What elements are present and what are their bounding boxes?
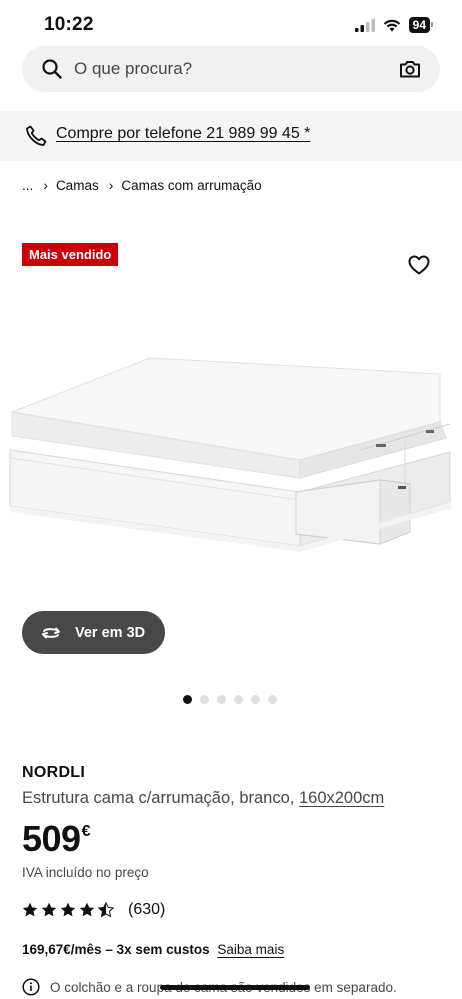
breadcrumb-item-camas-arrumacao[interactable]: Camas com arrumação xyxy=(121,178,261,193)
battery-indicator: 94 xyxy=(408,17,434,33)
heart-icon xyxy=(408,255,430,275)
star-icon xyxy=(22,902,38,917)
rating[interactable]: (630) xyxy=(22,901,165,919)
search-icon xyxy=(42,59,62,79)
financing-learn-more-link[interactable]: Saiba mais xyxy=(217,942,284,957)
status-bar: 10:22 94 xyxy=(0,0,462,46)
favorite-button[interactable] xyxy=(405,251,433,279)
view-3d-button[interactable]: Ver em 3D xyxy=(22,611,165,654)
carousel-dot[interactable] xyxy=(200,695,209,704)
wifi-icon xyxy=(383,19,400,31)
breadcrumb-item-camas[interactable]: Camas xyxy=(56,178,99,193)
carousel-dot[interactable] xyxy=(268,695,277,704)
star-icon xyxy=(60,902,76,917)
star-half-icon xyxy=(98,902,114,918)
chevron-right-icon: › xyxy=(108,177,114,193)
star-icon xyxy=(79,902,95,917)
camera-icon[interactable] xyxy=(399,58,421,80)
carousel-dot[interactable] xyxy=(234,695,243,704)
home-indicator xyxy=(160,985,310,990)
carousel-dots xyxy=(183,695,277,704)
phone-icon xyxy=(26,125,47,146)
rating-stars xyxy=(22,902,114,918)
price-currency: € xyxy=(81,823,91,840)
rating-count[interactable]: (630) xyxy=(128,901,165,919)
carousel-dot[interactable] xyxy=(217,695,226,704)
product-description-text: Estrutura cama c/arrumação, branco, xyxy=(22,789,295,807)
phone-order-link[interactable]: Compre por telefone 21 989 99 45 * xyxy=(56,125,310,143)
vat-note: IVA incluído no preço xyxy=(22,865,149,880)
phone-banner[interactable]: Compre por telefone 21 989 99 45 * xyxy=(0,111,462,161)
product-price: 509€ xyxy=(22,818,91,860)
bestseller-badge: Mais vendido xyxy=(22,243,119,266)
view-3d-label: Ver em 3D xyxy=(75,624,146,641)
product-name: NORDLI xyxy=(22,764,86,781)
rotate-3d-icon xyxy=(42,627,60,638)
breadcrumb: ... › Camas › Camas com arrumação xyxy=(22,177,262,193)
search-bar[interactable]: O que procura? xyxy=(22,46,440,92)
product-size-link[interactable]: 160x200cm xyxy=(299,789,384,807)
price-value: 509 xyxy=(22,818,81,859)
financing-text: 169,67€/mês – 3x sem custos xyxy=(22,942,210,957)
product-image[interactable] xyxy=(0,300,462,620)
star-icon xyxy=(41,902,57,917)
signal-icon xyxy=(354,18,375,32)
search-input[interactable]: O que procura? xyxy=(74,59,192,79)
product-description: Estrutura cama c/arrumação, branco, 160x… xyxy=(22,789,384,808)
status-time: 10:22 xyxy=(44,14,94,35)
info-icon xyxy=(22,978,40,996)
carousel-dot[interactable] xyxy=(251,695,260,704)
carousel-dot[interactable] xyxy=(183,695,192,704)
financing-info: 169,67€/mês – 3x sem custos Saiba mais xyxy=(22,942,284,957)
status-icons: 94 xyxy=(354,17,434,33)
breadcrumb-ellipsis[interactable]: ... xyxy=(22,178,33,193)
chevron-right-icon: › xyxy=(43,177,48,193)
